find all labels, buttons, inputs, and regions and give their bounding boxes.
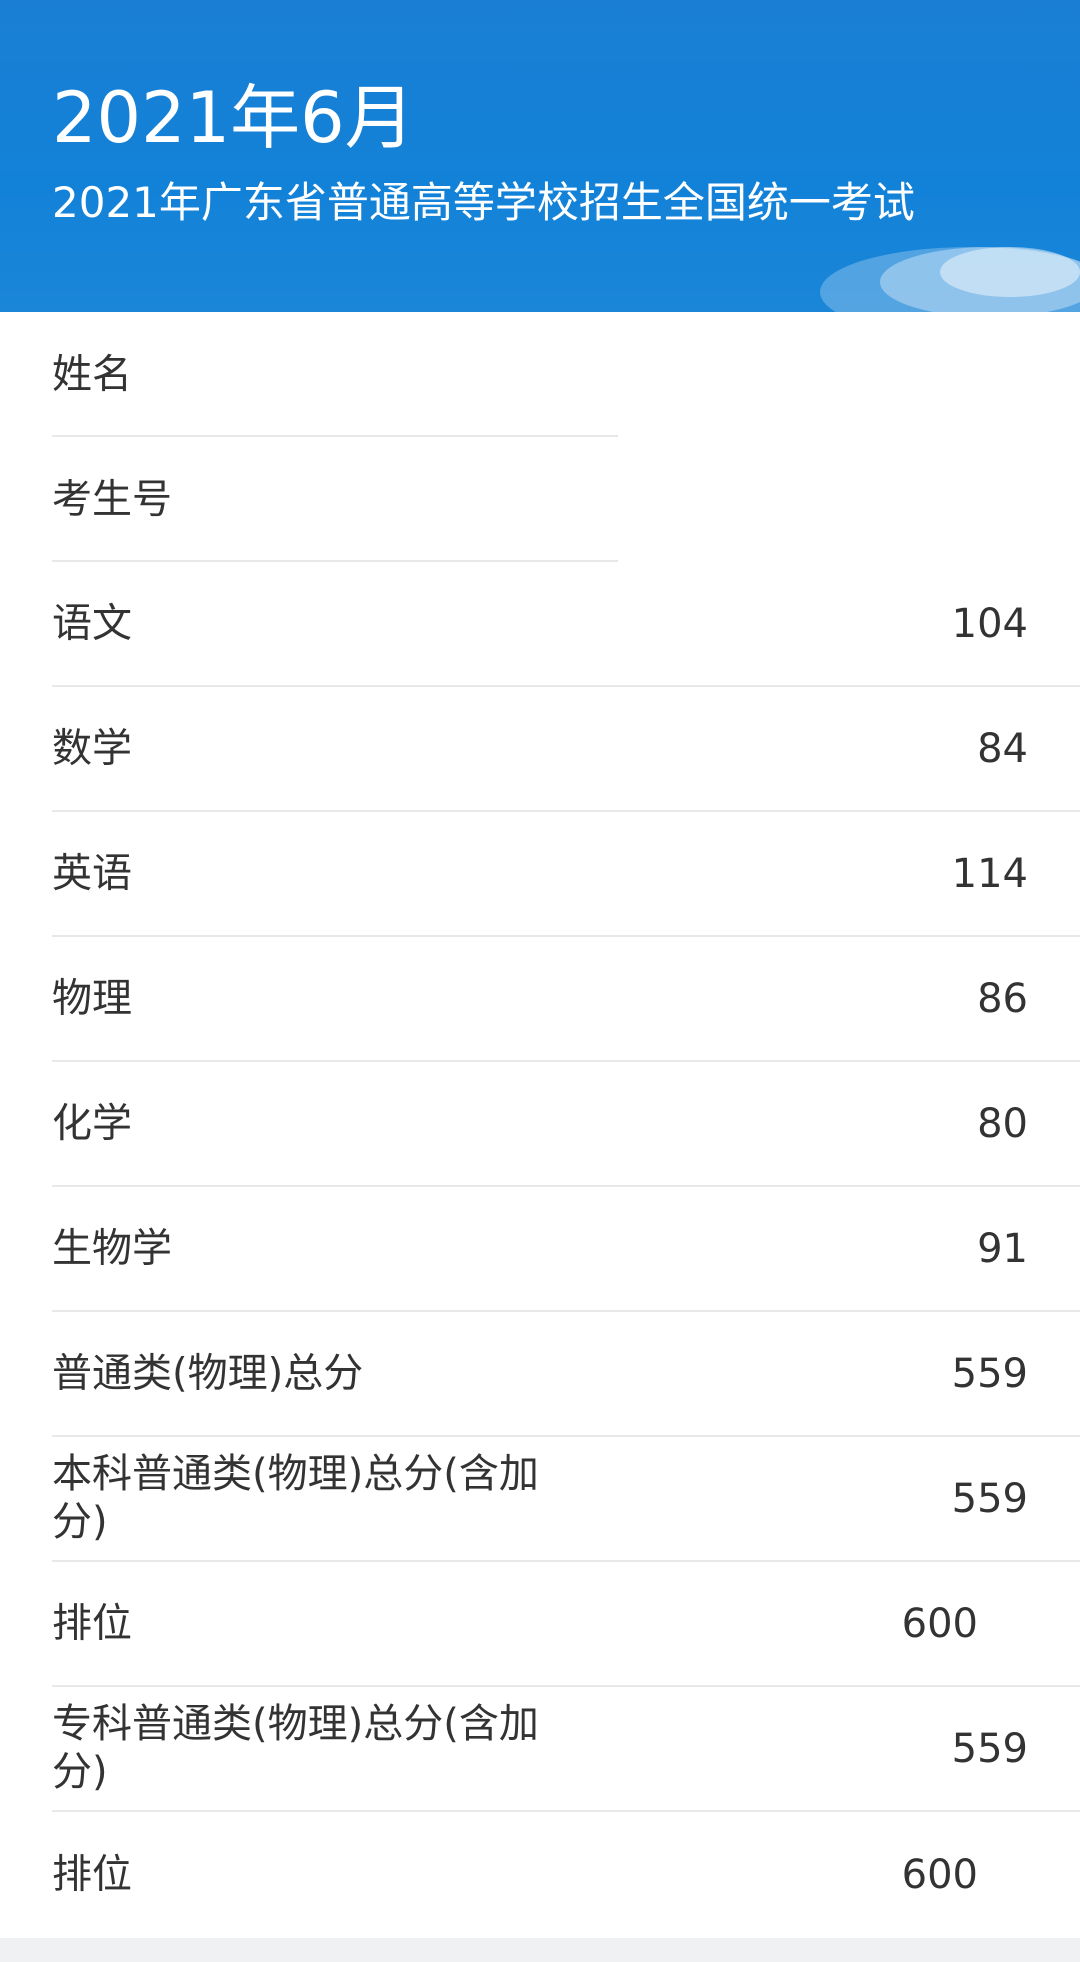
subject-label: 专科普通类(物理)总分(含加分) <box>52 1700 539 1796</box>
name-label: 姓名 <box>52 351 132 398</box>
subject-label: 物理 <box>52 975 132 1022</box>
score-value: 104 <box>951 600 1028 647</box>
score-value: 559 <box>951 1725 1028 1772</box>
rank-value: 600 <box>901 1851 978 1898</box>
score-value: 84 <box>977 725 1028 772</box>
score-row-biology: 生物学 91 <box>52 1187 1080 1312</box>
score-row-total: 普通类(物理)总分 559 <box>52 1312 1080 1437</box>
subject-label: 排位 <box>52 1600 132 1647</box>
candidate-number-label: 考生号 <box>52 476 172 523</box>
score-value: 86 <box>977 975 1028 1022</box>
header-banner: 2021年6月 2021年广东省普通高等学校招生全国统一考试 <box>0 0 1080 312</box>
score-value: 114 <box>951 850 1028 897</box>
score-row-chemistry: 化学 80 <box>52 1062 1080 1187</box>
score-row-physics: 物理 86 <box>52 937 1080 1062</box>
score-row-undergrad-rank: 排位 600 <box>52 1562 1080 1687</box>
redacted-area <box>618 312 1080 576</box>
subject-label: 数学 <box>52 725 132 772</box>
score-value: 559 <box>951 1475 1028 1522</box>
subject-label: 语文 <box>52 600 132 647</box>
score-row-math: 数学 84 <box>52 687 1080 812</box>
page-title: 2021年6月 <box>52 77 415 159</box>
score-value: 80 <box>977 1100 1028 1147</box>
score-row-chinese: 语文 104 <box>52 562 1080 687</box>
subject-label: 本科普通类(物理)总分(含加分) <box>52 1450 539 1546</box>
subject-label: 生物学 <box>52 1225 172 1272</box>
decorative-cloud-art <box>820 247 1080 312</box>
subject-label: 排位 <box>52 1851 132 1898</box>
score-value: 559 <box>951 1350 1028 1397</box>
score-row-vocational-rank: 排位 600 <box>52 1812 1080 1937</box>
subject-label: 普通类(物理)总分 <box>52 1350 364 1397</box>
subject-label: 英语 <box>52 850 132 897</box>
score-row-english: 英语 114 <box>52 812 1080 937</box>
score-row-vocational-total: 专科普通类(物理)总分(含加分) 559 <box>52 1687 1080 1812</box>
footer-bar <box>0 1938 1080 1962</box>
subject-label: 化学 <box>52 1100 132 1147</box>
rank-value: 600 <box>901 1600 978 1647</box>
score-row-undergrad-total: 本科普通类(物理)总分(含加分) 559 <box>52 1437 1080 1562</box>
score-value: 91 <box>977 1225 1028 1272</box>
